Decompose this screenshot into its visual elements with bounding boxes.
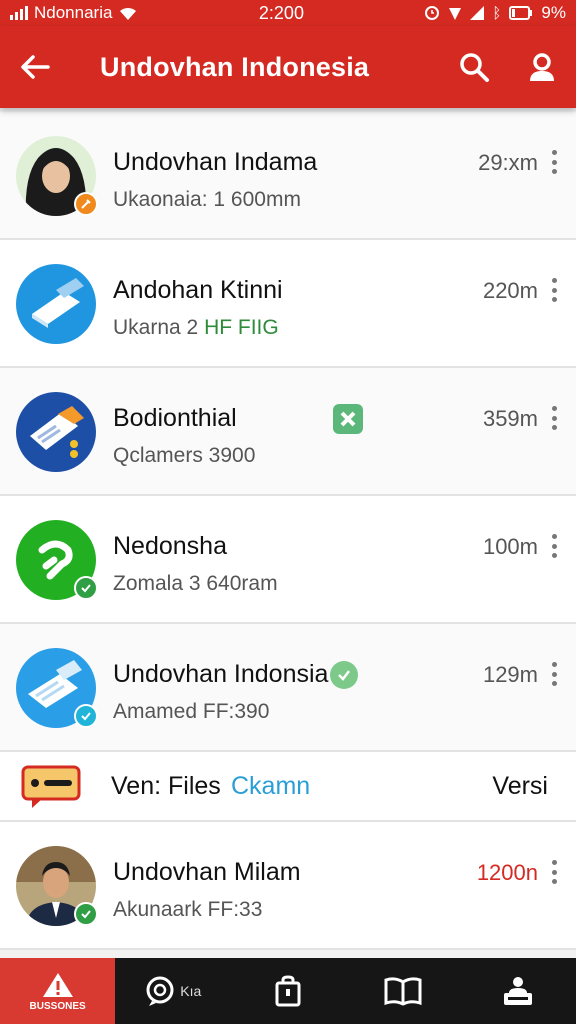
alarm-icon (425, 6, 440, 20)
list-item[interactable]: Andohan Ktinni Ukarna 2 HF FIIG 220m (0, 240, 576, 368)
search-button[interactable] (440, 26, 508, 108)
user-desk-icon (504, 977, 533, 1005)
nav-item-shop[interactable] (230, 958, 345, 1024)
battery-percent: 9% (541, 3, 566, 22)
item-title: Nedonsha (113, 532, 227, 560)
list-item[interactable]: Bodionthial Qclamers 3900 359m (0, 368, 576, 496)
item-title: Undovhan Indonsia (113, 660, 359, 689)
status-time: 2:200 (258, 2, 304, 23)
message-icon (20, 764, 82, 815)
item-time: 129m (482, 662, 538, 687)
shopping-bag-icon (275, 975, 301, 1007)
app-bar: Undovhan Indonesia (0, 26, 576, 108)
battery-icon (509, 6, 533, 20)
files-link[interactable]: Ckamn (231, 772, 310, 801)
item-subtitle: Amamed FF:390 (113, 700, 270, 723)
book-icon (384, 977, 422, 1006)
item-subtitle: Zomala 3 640ram (113, 572, 278, 595)
chat-icon (146, 976, 174, 1006)
item-time: 29:xm (478, 150, 538, 175)
item-subtitle: Akunaark FF:33 (113, 898, 263, 921)
bottom-nav: BUSSONES Kıa (0, 958, 576, 1024)
item-list: Undovhan Indama Ukaonaia: 1 600mm 29:xm … (0, 112, 576, 950)
carrier-name: Ndonnaria (34, 3, 113, 22)
nav-item-profile[interactable] (461, 958, 576, 1024)
signal-icon (10, 6, 28, 20)
more-options-icon[interactable] (550, 860, 558, 884)
nav-item-label: Kıa (180, 983, 202, 999)
item-time: 359m (482, 406, 538, 431)
item-title: Bodionthial (113, 404, 237, 432)
files-version-label: Versi (492, 772, 548, 800)
list-item[interactable]: Undovhan Indonsia Amamed FF:390 129m (0, 624, 576, 752)
nav-item-library[interactable] (346, 958, 461, 1024)
more-options-icon[interactable] (550, 662, 558, 686)
list-item[interactable]: Undovhan Indama Ukaonaia: 1 600mm 29:xm (0, 112, 576, 240)
more-options-icon[interactable] (550, 278, 558, 302)
item-time: 1200n (476, 860, 538, 885)
spreadsheet-icon (333, 404, 363, 434)
cell-signal-icon (470, 6, 485, 20)
back-button[interactable] (0, 26, 70, 108)
status-bar: Ndonnaria 2:200 ᛒ 9% (0, 0, 576, 26)
item-title: Undovhan Milam (113, 858, 301, 886)
verified-check-icon (74, 704, 98, 728)
wifi-icon (120, 7, 137, 21)
search-icon (460, 53, 489, 82)
verified-check-icon (74, 902, 98, 926)
verified-badge-icon (330, 660, 359, 689)
item-subtitle: Qclamers 3900 (113, 444, 256, 467)
avatar (16, 392, 96, 472)
edit-badge-icon (74, 192, 98, 216)
more-options-icon[interactable] (550, 150, 558, 174)
files-label: Ven: Files (111, 772, 221, 800)
nav-item-label: BUSSONES (29, 1000, 86, 1012)
avatar (16, 648, 98, 728)
nav-item-chat[interactable]: Kıa (115, 958, 230, 1024)
page-title: Undovhan Indonesia (100, 51, 370, 82)
profile-icon (530, 53, 554, 81)
list-item[interactable]: Undovhan Milam Akunaark FF:33 1200n (0, 822, 576, 950)
profile-button[interactable] (508, 26, 576, 108)
verified-check-icon (74, 576, 98, 600)
warning-icon (42, 972, 73, 997)
avatar (16, 846, 98, 926)
nav-item-alerts[interactable]: BUSSONES (0, 958, 116, 1024)
item-subtitle: Ukarna 2 HF FIIG (113, 316, 279, 339)
bluetooth-icon: ᛒ (492, 4, 502, 22)
more-options-icon[interactable] (550, 534, 558, 558)
more-options-icon[interactable] (550, 406, 558, 430)
avatar (16, 264, 96, 344)
item-time: 100m (482, 534, 538, 559)
item-time: 220m (482, 278, 538, 303)
back-arrow-icon (21, 55, 50, 79)
avatar (16, 520, 98, 600)
list-item[interactable]: Nedonsha Zomala 3 640ram 100m (0, 496, 576, 624)
item-subtitle-highlight: HF FIIG (204, 316, 279, 339)
location-icon (449, 8, 462, 20)
files-row[interactable]: Ven: Files Ckamn Versi (0, 752, 576, 822)
item-title: Undovhan Indama (113, 148, 318, 176)
item-title: Andohan Ktinni (113, 276, 283, 304)
avatar (16, 136, 98, 216)
item-subtitle: Ukaonaia: 1 600mm (113, 188, 301, 211)
